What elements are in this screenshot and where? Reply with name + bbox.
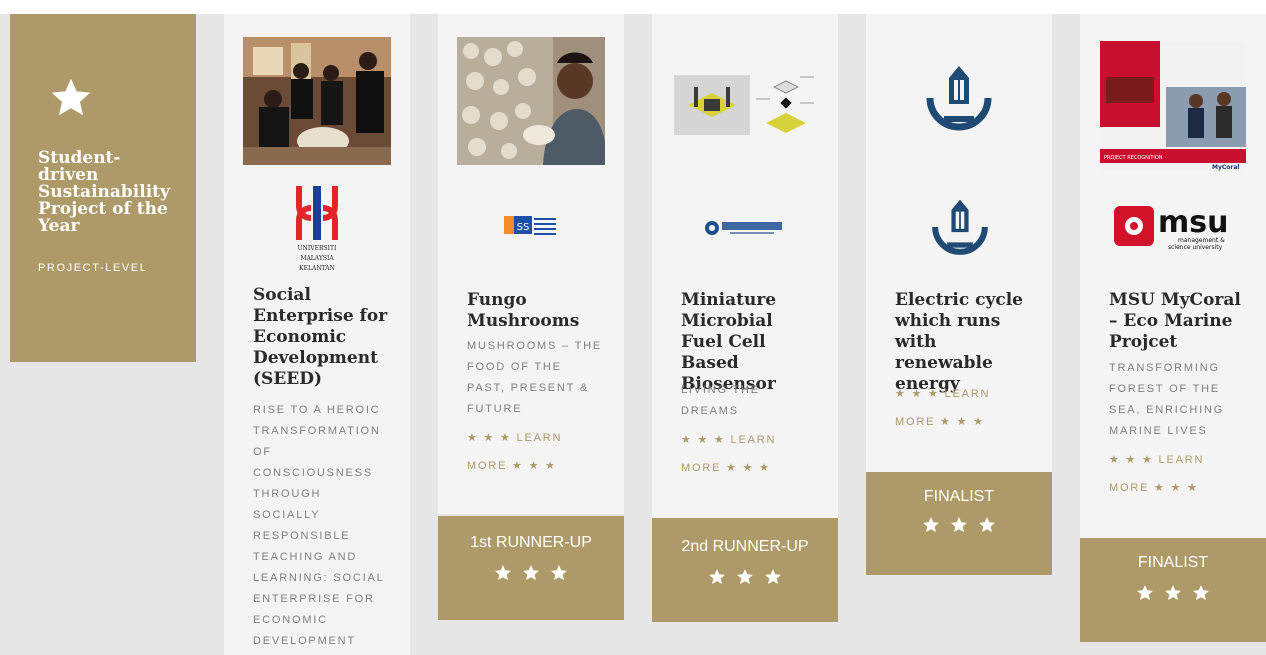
project-card-electric-cycle: Electric cycle which runs with renewable… — [866, 14, 1052, 575]
logo-line-2: MALAYSIA — [300, 255, 334, 262]
star-icon — [523, 565, 539, 581]
msu-logo: msu management & science university — [1114, 205, 1228, 251]
project-title[interactable]: Social Enterprise for Economic Developme… — [253, 285, 393, 390]
project-poster: PROJECT RECOGNITION MyCoral — [1100, 41, 1246, 171]
star-icon — [51, 78, 91, 116]
project-card-mycoral: PROJECT RECOGNITION MyCoral msu manageme… — [1080, 14, 1266, 642]
category-card: Student-driven Sustainability Project of… — [10, 14, 196, 362]
star-icon — [951, 517, 967, 533]
star-icon — [709, 569, 725, 585]
star-icon — [1165, 585, 1181, 601]
project-card-seed: UNIVERSITI MALAYSIA KELANTAN Social Ente… — [224, 14, 410, 655]
award-label: 2nd RUNNER-UP — [681, 538, 809, 555]
logo-line-3: KELANTAN — [299, 265, 335, 272]
project-photo — [457, 37, 605, 165]
project-subtitle: LIVING THE DREAMS — [681, 384, 760, 417]
project-title[interactable]: Fungo Mushrooms — [467, 290, 587, 332]
award-badge: 1st RUNNER-UP — [438, 516, 624, 620]
awards-page: Student-driven Sustainability Project of… — [0, 0, 1266, 655]
star-icon — [1137, 585, 1153, 601]
star-icon — [495, 565, 511, 581]
star-icon — [979, 517, 995, 533]
project-card-biosensor: Miniature Microbial Fuel Cell Based Bios… — [652, 14, 838, 622]
award-stars — [1080, 584, 1266, 602]
project-title[interactable]: MSU MyCoral – Eco Marine Projcet — [1109, 290, 1244, 353]
poster-caption: PROJECT RECOGNITION — [1104, 155, 1163, 161]
award-label: FINALIST — [1137, 554, 1209, 571]
project-subtitle: RISE TO A HEROIC TRANSFORMATION OF CONSC… — [253, 404, 385, 647]
fungo-logo: SS — [504, 216, 556, 235]
project-diagram — [674, 75, 814, 135]
institute-emblem — [932, 199, 988, 255]
star-icon — [765, 569, 781, 585]
learn-more-link[interactable]: ★ ★ ★ LEARN MORE ★ ★ ★ — [681, 426, 811, 482]
award-badge: 2nd RUNNER-UP — [652, 518, 838, 622]
award-badge: FINALIST — [866, 472, 1052, 575]
msu-tagline-2: science university — [1168, 244, 1223, 251]
award-stars — [438, 564, 624, 582]
project-photo — [243, 37, 391, 165]
star-icon — [737, 569, 753, 585]
msu-wordmark: msu — [1158, 205, 1228, 240]
umk-logo: UNIVERSITI MALAYSIA KELANTAN — [296, 186, 338, 272]
project-subtitle: MUSHROOMS – THE FOOD OF THE PAST, PRESEN… — [467, 340, 602, 415]
learn-more-link[interactable]: ★ ★ ★ LEARN MORE ★ ★ ★ — [1109, 446, 1239, 502]
star-icon — [923, 517, 939, 533]
learn-more-link[interactable]: ★ ★ ★ LEARN MORE ★ ★ ★ — [467, 424, 597, 480]
msu-tagline-1: management & — [1178, 237, 1225, 244]
poster-brand: MyCoral — [1212, 164, 1239, 171]
award-stars — [652, 568, 838, 586]
star-icon — [551, 565, 567, 581]
award-stars — [866, 516, 1052, 534]
university-logo — [705, 221, 782, 235]
svg-text:SS: SS — [517, 222, 530, 233]
category-title: Student-driven Sustainability Project of… — [38, 148, 170, 236]
project-card-fungo: SS Fungo Mushrooms MUSHROOMS – THE FOOD … — [438, 14, 624, 620]
star-icon — [1193, 585, 1209, 601]
project-subtitle: TRANSFORMING FOREST OF THE SEA, ENRICHIN… — [1109, 362, 1225, 437]
award-label: 1st RUNNER-UP — [470, 534, 592, 551]
award-label: FINALIST — [923, 488, 995, 505]
learn-more-link[interactable]: ★ ★ ★ LEARN MORE ★ ★ ★ — [895, 380, 1025, 436]
category-level: PROJECT-LEVEL — [38, 262, 148, 274]
institute-emblem — [926, 66, 992, 131]
award-badge: FINALIST — [1080, 538, 1266, 642]
logo-line-1: UNIVERSITI — [298, 245, 337, 252]
